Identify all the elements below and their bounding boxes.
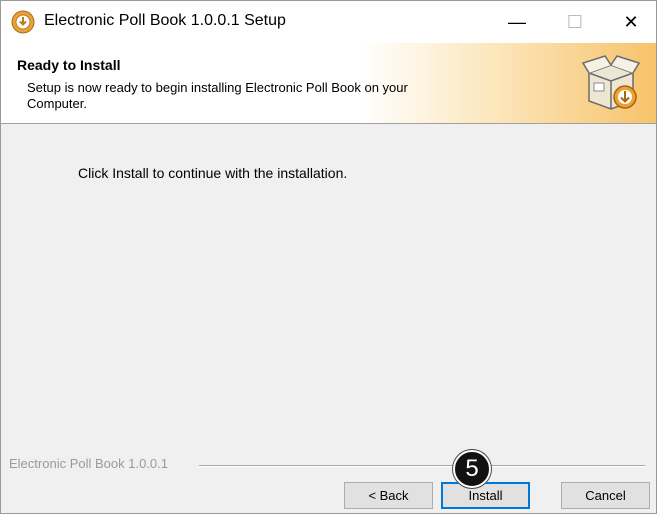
page-subtitle: Setup is now ready to begin installing E… <box>27 80 408 111</box>
close-icon: ✕ <box>623 11 639 32</box>
brand-label: Electronic Poll Book 1.0.0.1 <box>9 456 168 471</box>
step-number-badge: 5 <box>453 450 491 488</box>
install-box-icon <box>581 55 641 110</box>
minimize-button[interactable]: — <box>491 1 543 43</box>
page-title: Ready to Install <box>17 57 121 73</box>
close-button[interactable]: ✕ <box>605 1 656 43</box>
window-title: Electronic Poll Book 1.0.0.1 Setup <box>44 12 286 29</box>
install-button[interactable]: Install <box>441 482 530 509</box>
minimize-icon: — <box>508 11 526 32</box>
footer-divider <box>199 465 645 467</box>
install-instruction: Click Install to continue with the insta… <box>78 165 348 181</box>
wizard-header: Ready to Install Setup is now ready to b… <box>1 43 656 124</box>
cancel-button[interactable]: Cancel <box>561 482 650 509</box>
maximize-icon: ☐ <box>566 11 584 32</box>
title-bar: Electronic Poll Book 1.0.0.1 Setup — ☐ ✕ <box>1 1 656 43</box>
back-button[interactable]: < Back <box>344 482 433 509</box>
maximize-button[interactable]: ☐ <box>549 1 601 43</box>
setup-window: Electronic Poll Book 1.0.0.1 Setup — ☐ ✕… <box>0 0 657 514</box>
setup-app-icon <box>11 10 35 34</box>
